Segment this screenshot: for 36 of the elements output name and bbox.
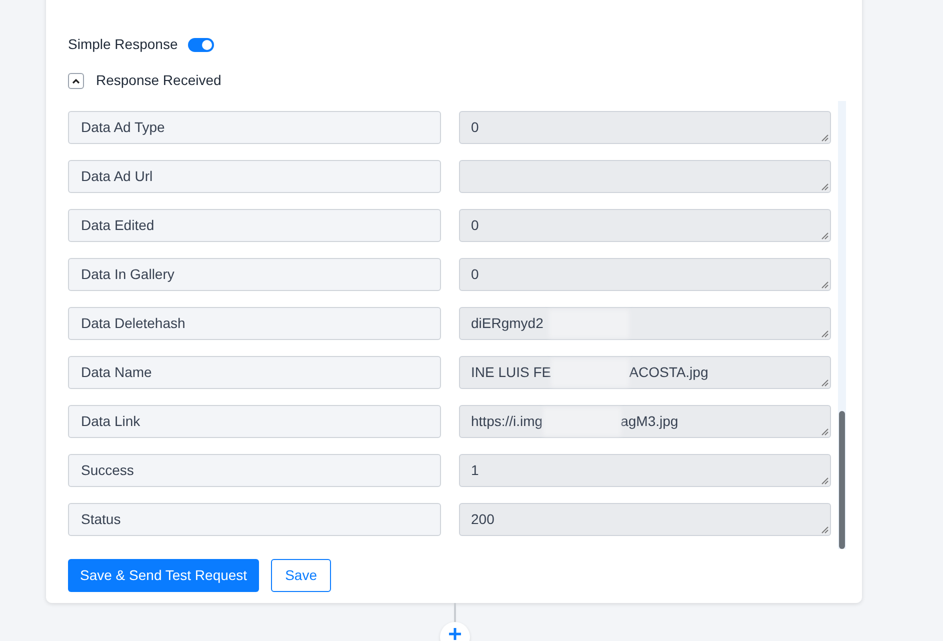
field-value-input[interactable]	[459, 160, 831, 193]
field-value-input[interactable]: 0	[459, 258, 831, 291]
save-button[interactable]: Save	[271, 559, 331, 592]
field-name-input[interactable]: Data Deletehash	[68, 307, 441, 340]
plus-icon	[449, 628, 461, 640]
resize-handle-icon	[821, 477, 829, 485]
field-value-input[interactable]: 0	[459, 111, 831, 144]
field-value-input[interactable]: 0	[459, 209, 831, 242]
resize-handle-icon	[821, 232, 829, 240]
field-value-input[interactable]: 1	[459, 454, 831, 487]
resize-handle-icon	[821, 281, 829, 289]
resize-handle-icon	[821, 428, 829, 436]
resize-handle-icon	[821, 526, 829, 534]
resize-handle-icon	[821, 183, 829, 191]
field-name-input[interactable]: Data Edited	[68, 209, 441, 242]
resize-handle-icon	[821, 134, 829, 142]
chevron-up-icon	[72, 78, 80, 84]
toggle-switch[interactable]	[188, 38, 214, 52]
field-name-input[interactable]: Status	[68, 503, 441, 536]
collapse-toggle[interactable]	[68, 72, 84, 88]
field-name-input[interactable]: Success	[68, 454, 441, 487]
field-name-input[interactable]: Data Link	[68, 405, 441, 438]
toggle-label: Simple Response	[68, 35, 178, 54]
field-value-input[interactable]: https://i.img agM3.jpg	[459, 405, 831, 438]
field-value-input[interactable]: INE LUIS FE ACOSTA.jpg	[459, 356, 831, 389]
field-name-input[interactable]: Data In Gallery	[68, 258, 441, 291]
field-value-input[interactable]: 200	[459, 503, 831, 536]
scrollbar[interactable]	[838, 101, 846, 549]
field-name-input[interactable]: Data Ad Type	[68, 111, 441, 144]
field-name-input[interactable]: Data Ad Url	[68, 160, 441, 193]
section-title: Response Received	[96, 71, 222, 90]
resize-handle-icon	[821, 330, 829, 338]
save-and-send-button[interactable]: Save & Send Test Request	[68, 559, 260, 592]
resize-handle-icon	[821, 379, 829, 387]
field-value-input[interactable]: diERgmyd2	[459, 307, 831, 340]
field-name-input[interactable]: Data Name	[68, 356, 441, 389]
